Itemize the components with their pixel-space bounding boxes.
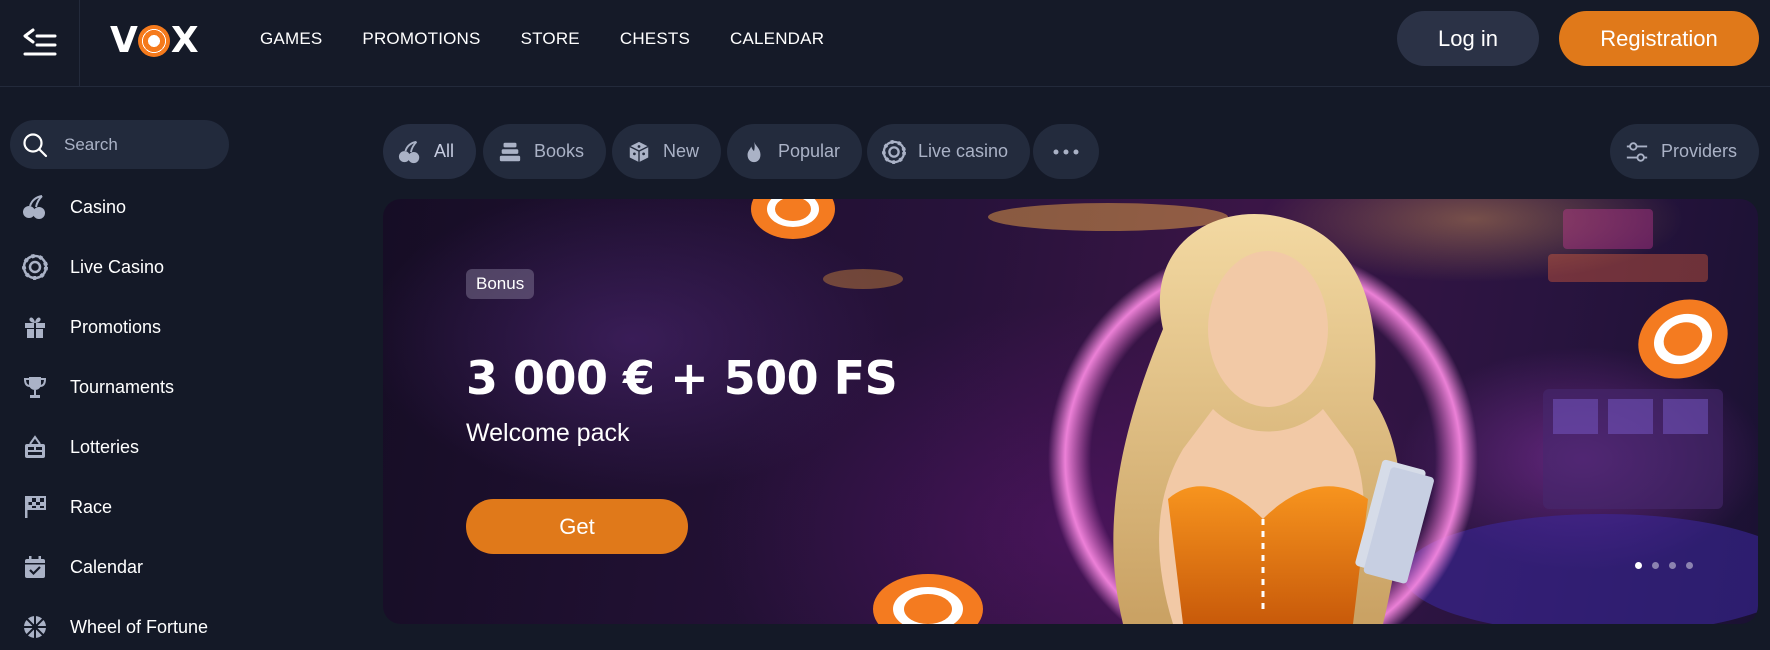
logo-chip-icon <box>137 25 170 57</box>
site-logo[interactable]: V X <box>110 19 199 61</box>
search-icon <box>23 132 48 157</box>
category-books[interactable]: Books <box>483 124 607 179</box>
sidebar-item-label: Promotions <box>70 316 162 337</box>
category-more[interactable] <box>1033 124 1099 179</box>
category-label: Books <box>534 141 585 161</box>
bonus-tag: Bonus <box>466 269 535 299</box>
chip-icon <box>22 254 48 280</box>
sidebar-item-label: Live Casino <box>70 256 165 277</box>
wheel-icon <box>22 614 48 640</box>
logo-letter-x: X <box>170 19 199 61</box>
top-header: V X GAMES PROMOTIONS STORE CHESTS CALEND… <box>0 0 1770 87</box>
providers-label: Providers <box>1661 141 1738 161</box>
category-live-casino[interactable]: Live casino <box>867 124 1031 179</box>
cherries-icon <box>398 140 422 164</box>
menu-collapse-icon <box>23 28 56 56</box>
carousel-dot[interactable] <box>1635 562 1642 569</box>
flag-icon <box>22 494 48 520</box>
sidebar-item-wheel-of-fortune[interactable]: Wheel of Fortune <box>0 602 280 650</box>
cherries-icon <box>22 194 48 220</box>
banner-subtitle: Welcome pack <box>466 419 630 447</box>
lottery-icon <box>22 434 48 460</box>
welcome-banner[interactable]: Bonus 3 000 € + 500 FS Welcome pack Get <box>383 199 1758 624</box>
sidebar-item-label: Lotteries <box>70 436 140 457</box>
carousel-dots <box>1635 562 1693 569</box>
providers-button[interactable]: Providers <box>1610 124 1760 179</box>
sidebar-item-live-casino[interactable]: Live Casino <box>0 242 280 292</box>
get-bonus-button[interactable]: Get <box>466 499 688 554</box>
carousel-dot[interactable] <box>1686 562 1693 569</box>
chip-icon <box>882 139 906 164</box>
more-icon <box>1053 149 1079 154</box>
registration-button[interactable]: Registration <box>1559 11 1759 66</box>
sidebar-item-lotteries[interactable]: Lotteries <box>0 422 280 472</box>
sidebar-item-tournaments[interactable]: Tournaments <box>0 362 280 412</box>
main-nav: GAMES PROMOTIONS STORE CHESTS CALENDAR <box>260 0 824 78</box>
filter-icon <box>1625 140 1649 164</box>
sidebar-item-label: Tournaments <box>70 376 175 397</box>
category-all[interactable]: All <box>383 124 477 179</box>
category-label: All <box>434 141 455 161</box>
banner-title: 3 000 € + 500 FS <box>466 351 898 405</box>
logo-letter-v: V <box>110 19 138 61</box>
fire-icon <box>742 140 766 164</box>
category-new[interactable]: New <box>612 124 722 179</box>
category-popular[interactable]: Popular <box>727 124 863 179</box>
gift-icon <box>22 314 48 340</box>
sidebar-item-label: Calendar <box>70 556 144 577</box>
sidebar-item-casino[interactable]: Casino <box>0 182 280 232</box>
sidebar-item-label: Casino <box>70 196 127 217</box>
sidebar-item-promotions[interactable]: Promotions <box>0 302 280 352</box>
nav-chests[interactable]: CHESTS <box>620 29 690 49</box>
category-label: New <box>663 141 700 161</box>
nav-calendar[interactable]: CALENDAR <box>730 29 824 49</box>
login-button[interactable]: Log in <box>1397 11 1539 66</box>
category-label: Popular <box>778 141 841 161</box>
nav-games[interactable]: GAMES <box>260 29 322 49</box>
category-label: Live casino <box>918 141 1009 161</box>
sidebar-item-label: Race <box>70 496 113 517</box>
search-box[interactable] <box>10 120 229 169</box>
calendar-icon <box>22 554 48 580</box>
books-icon <box>498 140 522 164</box>
sidebar-item-label: Wheel of Fortune <box>70 616 209 637</box>
nav-promotions[interactable]: PROMOTIONS <box>362 29 480 49</box>
dice-icon <box>627 140 651 164</box>
search-input[interactable] <box>64 134 214 155</box>
menu-toggle-button[interactable] <box>0 0 80 86</box>
nav-store[interactable]: STORE <box>521 29 580 49</box>
carousel-dot[interactable] <box>1652 562 1659 569</box>
carousel-dot[interactable] <box>1669 562 1676 569</box>
banner-artwork <box>751 199 1758 624</box>
sidebar-item-calendar[interactable]: Calendar <box>0 542 280 592</box>
sidebar-item-race[interactable]: Race <box>0 482 280 532</box>
trophy-icon <box>22 374 48 400</box>
